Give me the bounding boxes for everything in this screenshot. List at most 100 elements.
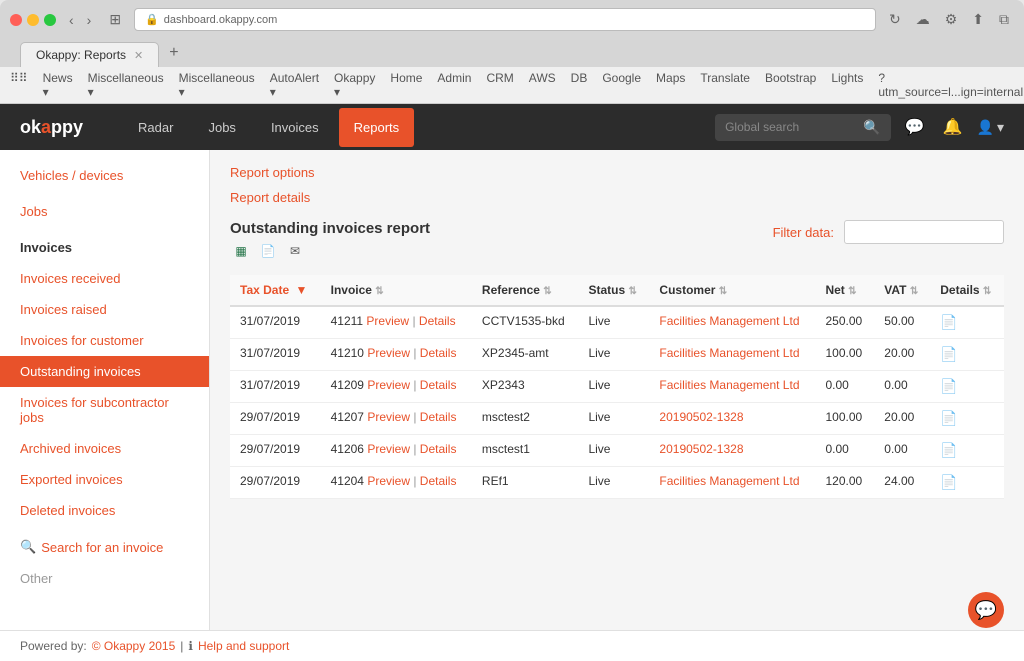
- search-icon[interactable]: 🔍: [863, 119, 880, 136]
- section-title[interactable]: Report details: [230, 190, 1004, 205]
- export-pdf-icon[interactable]: 📄: [257, 242, 279, 260]
- share-button[interactable]: ⬆: [967, 9, 989, 30]
- app-wrapper: okappy Radar Jobs Invoices Reports 🔍 💬 🔔…: [0, 104, 1024, 661]
- col-invoice[interactable]: Invoice ⇅: [321, 275, 472, 306]
- nav-radar[interactable]: Radar: [123, 108, 188, 147]
- bookmark-utm[interactable]: ?utm_source=l...ign=internal: [878, 71, 1023, 99]
- invoice-preview-link[interactable]: Preview: [367, 442, 410, 456]
- col-reference[interactable]: Reference ⇅: [472, 275, 579, 306]
- bookmark-admin[interactable]: Admin: [437, 71, 471, 99]
- sidebar-item-invoices-subcontractor[interactable]: Invoices for subcontractor jobs: [0, 387, 209, 433]
- customer-link[interactable]: Facilities Management Ltd: [659, 474, 799, 488]
- document-icon[interactable]: 📄: [940, 410, 957, 426]
- cell-invoice: 41206 Preview | Details: [321, 435, 472, 467]
- tab-close-button[interactable]: ✕: [134, 49, 143, 62]
- sidebar-item-archived-invoices[interactable]: Archived invoices: [0, 433, 209, 464]
- bookmark-db[interactable]: DB: [571, 71, 588, 99]
- customer-link[interactable]: Facilities Management Ltd: [659, 346, 799, 360]
- bookmark-news[interactable]: News ▾: [43, 71, 73, 99]
- invoice-details-link[interactable]: Details: [419, 314, 456, 328]
- back-button[interactable]: ‹: [64, 10, 79, 30]
- document-icon[interactable]: 📄: [940, 346, 957, 362]
- nav-jobs[interactable]: Jobs: [193, 108, 250, 147]
- report-title-block: Outstanding invoices report ▦ 📄 ✉: [230, 220, 430, 260]
- bookmark-home[interactable]: Home: [390, 71, 422, 99]
- chat-bubble-button[interactable]: 💬: [968, 592, 1004, 628]
- shield-button[interactable]: ⚙: [940, 9, 963, 30]
- customer-link[interactable]: Facilities Management Ltd: [659, 378, 799, 392]
- invoice-details-link[interactable]: Details: [420, 410, 457, 424]
- nav-invoices[interactable]: Invoices: [256, 108, 334, 147]
- minimize-dot[interactable]: [27, 14, 39, 26]
- bookmark-misc1[interactable]: Miscellaneous ▾: [88, 71, 164, 99]
- bookmark-translate[interactable]: Translate: [700, 71, 750, 99]
- invoice-preview-link[interactable]: Preview: [367, 378, 410, 392]
- document-icon[interactable]: 📄: [940, 378, 957, 394]
- bookmark-google[interactable]: Google: [602, 71, 641, 99]
- customer-link[interactable]: 20190502-1328: [659, 442, 743, 456]
- invoice-details-link[interactable]: Details: [420, 442, 457, 456]
- bookmark-bootstrap[interactable]: Bootstrap: [765, 71, 816, 99]
- close-dot[interactable]: [10, 14, 22, 26]
- invoice-details-link[interactable]: Details: [420, 378, 457, 392]
- col-net[interactable]: Net ⇅: [815, 275, 874, 306]
- user-menu[interactable]: 👤 ▾: [977, 119, 1004, 136]
- bookmark-misc2[interactable]: Miscellaneous ▾: [179, 71, 255, 99]
- maximize-dot[interactable]: [44, 14, 56, 26]
- bell-icon[interactable]: 🔔: [939, 113, 967, 141]
- bookmark-lights[interactable]: Lights: [831, 71, 863, 99]
- sidebar-item-jobs[interactable]: Jobs: [0, 196, 209, 227]
- invoice-preview-link[interactable]: Preview: [367, 410, 410, 424]
- address-bar[interactable]: 🔒 dashboard.okappy.com: [134, 8, 876, 31]
- col-status[interactable]: Status ⇅: [578, 275, 649, 306]
- bookmark-crm[interactable]: CRM: [486, 71, 513, 99]
- customer-link[interactable]: Facilities Management Ltd: [659, 314, 799, 328]
- help-link[interactable]: Help and support: [198, 639, 289, 653]
- customer-link[interactable]: 20190502-1328: [659, 410, 743, 424]
- document-icon[interactable]: 📄: [940, 442, 957, 458]
- sidebar-item-invoices-customer[interactable]: Invoices for customer: [0, 325, 209, 356]
- export-excel-icon[interactable]: ▦: [230, 242, 252, 260]
- bookmark-autoalert[interactable]: AutoAlert ▾: [270, 71, 319, 99]
- invoice-preview-link[interactable]: Preview: [366, 314, 409, 328]
- filter-input[interactable]: [844, 220, 1004, 244]
- bookmark-apps[interactable]: ⠿⠿: [10, 71, 28, 99]
- cell-customer: Facilities Management Ltd: [649, 306, 815, 339]
- document-icon[interactable]: 📄: [940, 314, 957, 330]
- search-input[interactable]: [725, 120, 855, 134]
- sidebar-item-exported-invoices[interactable]: Exported invoices: [0, 464, 209, 495]
- export-email-icon[interactable]: ✉: [284, 242, 306, 260]
- invoice-details-link[interactable]: Details: [420, 346, 457, 360]
- new-tab-icon-button[interactable]: ⧉: [994, 9, 1014, 30]
- search-small-icon: 🔍: [20, 539, 36, 555]
- sidebar-item-vehicles[interactable]: Vehicles / devices: [0, 160, 209, 191]
- forward-button[interactable]: ›: [82, 10, 97, 30]
- sidebar-item-outstanding-invoices[interactable]: Outstanding invoices: [0, 356, 209, 387]
- active-tab[interactable]: Okappy: Reports ✕: [20, 42, 159, 67]
- col-details[interactable]: Details ⇅: [930, 275, 1004, 306]
- bookmark-okappy[interactable]: Okappy ▾: [334, 71, 375, 99]
- invoice-preview-link[interactable]: Preview: [367, 346, 410, 360]
- refresh-button[interactable]: ↻: [884, 9, 906, 30]
- cell-net: 0.00: [815, 435, 874, 467]
- col-tax-date[interactable]: Tax Date ▼: [230, 275, 321, 306]
- breadcrumb[interactable]: Report options: [230, 165, 1004, 180]
- invoice-preview-link[interactable]: Preview: [367, 474, 410, 488]
- sidebar-item-invoices-received[interactable]: Invoices received: [0, 263, 209, 294]
- add-tab-button[interactable]: +: [161, 39, 186, 67]
- nav-reports[interactable]: Reports: [339, 108, 415, 147]
- col-customer[interactable]: Customer ⇅: [649, 275, 815, 306]
- document-icon[interactable]: 📄: [940, 474, 957, 490]
- invoice-details-link[interactable]: Details: [420, 474, 457, 488]
- bookmark-aws[interactable]: AWS: [529, 71, 556, 99]
- bookmark-maps[interactable]: Maps: [656, 71, 685, 99]
- cloud-button[interactable]: ☁: [911, 9, 935, 30]
- cell-invoice: 41207 Preview | Details: [321, 403, 472, 435]
- sidebar-item-invoices-raised[interactable]: Invoices raised: [0, 294, 209, 325]
- company-link[interactable]: © Okappy 2015: [92, 639, 176, 653]
- sidebar-search-invoice[interactable]: 🔍 Search for an invoice: [0, 531, 209, 563]
- sidebar-toggle-button[interactable]: ⊞: [104, 9, 126, 30]
- sidebar-item-deleted-invoices[interactable]: Deleted invoices: [0, 495, 209, 526]
- col-vat[interactable]: VAT ⇅: [874, 275, 930, 306]
- chat-icon[interactable]: 💬: [901, 113, 929, 141]
